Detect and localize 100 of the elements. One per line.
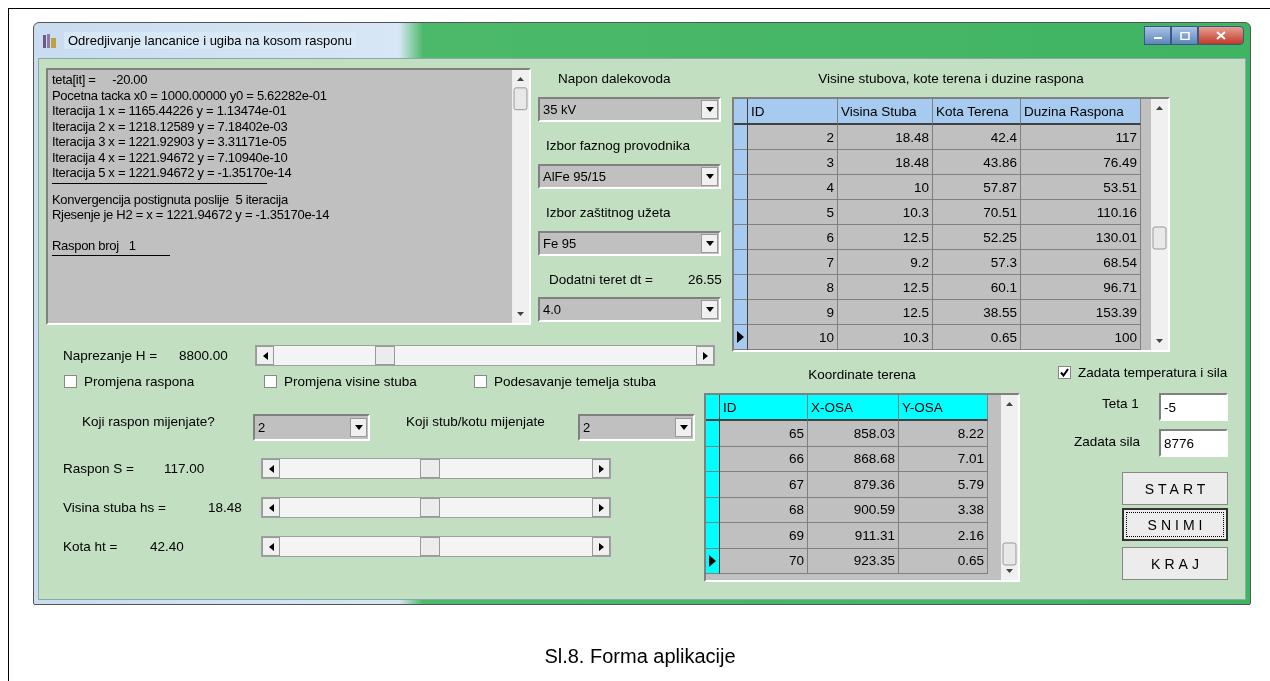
table-cell: 5 [748, 200, 838, 225]
maximize-button[interactable] [1171, 26, 1198, 45]
dropdown-arrow-icon [354, 425, 363, 430]
slider-track[interactable] [261, 458, 611, 479]
table-cell: 117 [1021, 125, 1141, 150]
row-selector[interactable] [734, 150, 748, 175]
column-header[interactable]: ID [748, 99, 838, 125]
close-icon [1216, 31, 1226, 40]
table-cell: 4 [748, 175, 838, 200]
dropdown[interactable]: Fe 95 [538, 231, 721, 256]
table-cell: 3 [748, 150, 838, 175]
table-cell: 8.22 [899, 421, 988, 447]
table-cell: 65 [720, 421, 808, 447]
reading-value: 8800.00 [179, 348, 228, 363]
figure-caption: Sl.8. Forma aplikacije [543, 645, 737, 668]
column-header[interactable]: Kota Terena [933, 99, 1021, 125]
row-selector[interactable] [734, 325, 748, 350]
table-cell: 12.5 [838, 300, 933, 325]
dropdown-arrow-icon [679, 425, 688, 430]
column-header[interactable]: ID [720, 395, 808, 421]
header-corner [706, 395, 720, 421]
row-selector[interactable] [734, 125, 748, 150]
table-cell: 7 [748, 250, 838, 275]
row-selector[interactable] [706, 523, 720, 549]
left-arrow-icon [268, 542, 274, 551]
input-field[interactable]: 8776 [1159, 429, 1228, 457]
slider-thumb[interactable] [375, 346, 396, 365]
checkbox[interactable]: Promjena visine stuba [264, 374, 417, 389]
close-button[interactable] [1198, 26, 1244, 45]
row-selector[interactable] [734, 250, 748, 275]
log-line: Pocetna tacka x0 = 1000.00000 y0 = 5.62282e-01 [52, 87, 328, 103]
input-field[interactable]: -5 [1159, 393, 1228, 421]
log-line: Iteracija 4 x = 1221.94672 y = 7.10940e-10 [52, 149, 289, 165]
table-cell: 153.39 [1021, 300, 1141, 325]
table-cell: 18.48 [838, 125, 933, 150]
row-selector[interactable] [706, 497, 720, 523]
row-selector[interactable] [706, 472, 720, 498]
row-selector[interactable] [706, 446, 720, 472]
table-cell: 900.59 [808, 497, 899, 523]
table-cell: 70 [720, 548, 808, 574]
table-cell: 858.03 [808, 421, 899, 447]
dropdown[interactable]: AlFe 95/15 [538, 164, 721, 189]
row-selector[interactable] [706, 548, 720, 574]
slider-track[interactable] [261, 497, 611, 518]
app-icon [42, 32, 58, 49]
dropdown[interactable]: 35 kV [538, 97, 721, 122]
table-cell: 0.65 [899, 548, 988, 574]
table-cell: 18.48 [838, 150, 933, 175]
dropdown[interactable]: 2 [253, 414, 370, 441]
reading-value: 117.00 [164, 461, 205, 476]
slider-thumb[interactable] [420, 537, 440, 556]
log-line: Iteracija 2 x = 1218.12589 y = 7.18402e-03 [52, 118, 289, 134]
row-selector[interactable] [734, 300, 748, 325]
table-cell: 12.5 [838, 275, 933, 300]
table-cell: 110.16 [1021, 200, 1141, 225]
row-selector[interactable] [734, 225, 748, 250]
table-cell: 38.55 [933, 300, 1021, 325]
table-cell: 42.4 [933, 125, 1021, 150]
dropdown-arrow-icon [705, 241, 714, 246]
field-label: Koji stub/kotu mijenjate [406, 414, 545, 429]
checkbox[interactable]: Promjena raspona [64, 374, 195, 389]
table-cell: 0.65 [933, 325, 1021, 350]
table-cell: 7.01 [899, 446, 988, 472]
dropdown[interactable]: 4.0 [538, 297, 721, 322]
action-button[interactable]: START [1122, 472, 1228, 505]
checkbox[interactable]: Podesavanje temelja stuba [474, 374, 657, 389]
action-button[interactable]: KRAJ [1122, 547, 1228, 580]
right-arrow-icon [598, 464, 604, 473]
action-button[interactable]: SNIMI [1122, 508, 1228, 541]
column-header[interactable]: X-OSA [808, 395, 899, 421]
dropdown[interactable]: 2 [578, 414, 695, 441]
log-line: teta[it] = -20.00 [52, 72, 149, 88]
row-selector[interactable] [734, 175, 748, 200]
slider-thumb[interactable] [420, 459, 440, 478]
table-cell: 70.51 [933, 200, 1021, 225]
column-header[interactable]: Y-OSA [899, 395, 988, 421]
table-cell: 8 [748, 275, 838, 300]
table-cell: 69 [720, 523, 808, 549]
log-line: Rjesenje je H2 = x = 1221.94672 y = -1.35170e-14 [52, 207, 331, 223]
column-header[interactable]: Visina Stuba [838, 99, 933, 125]
dropdown-arrow-icon [705, 107, 714, 112]
slider-label: Raspon S = [63, 461, 134, 476]
table-cell: 10 [748, 325, 838, 350]
slider-track[interactable] [255, 345, 715, 366]
row-selector[interactable] [706, 421, 720, 447]
slider-track[interactable] [261, 536, 611, 557]
minimize-button[interactable] [1144, 26, 1171, 45]
row-selector[interactable] [734, 200, 748, 225]
slider-thumb[interactable] [420, 498, 440, 517]
checkmark-icon [1060, 368, 1069, 377]
checkbox[interactable]: Zadata temperatura i sila [1058, 365, 1228, 380]
table-cell: 2 [748, 125, 838, 150]
slider-label: Naprezanje H = [63, 348, 158, 363]
column-header[interactable]: Duzina Raspona [1021, 99, 1141, 125]
log-line: Iteracija 1 x = 1165.44226 y = 1.13474e-01 [52, 103, 288, 119]
maximize-icon [1179, 31, 1190, 40]
field-label: Teta 1 [1102, 396, 1139, 411]
log-line: Iteracija 5 x = 1221.94672 y = -1.35170e-14 [52, 165, 293, 181]
row-selector[interactable] [734, 275, 748, 300]
table-cell: 96.71 [1021, 275, 1141, 300]
